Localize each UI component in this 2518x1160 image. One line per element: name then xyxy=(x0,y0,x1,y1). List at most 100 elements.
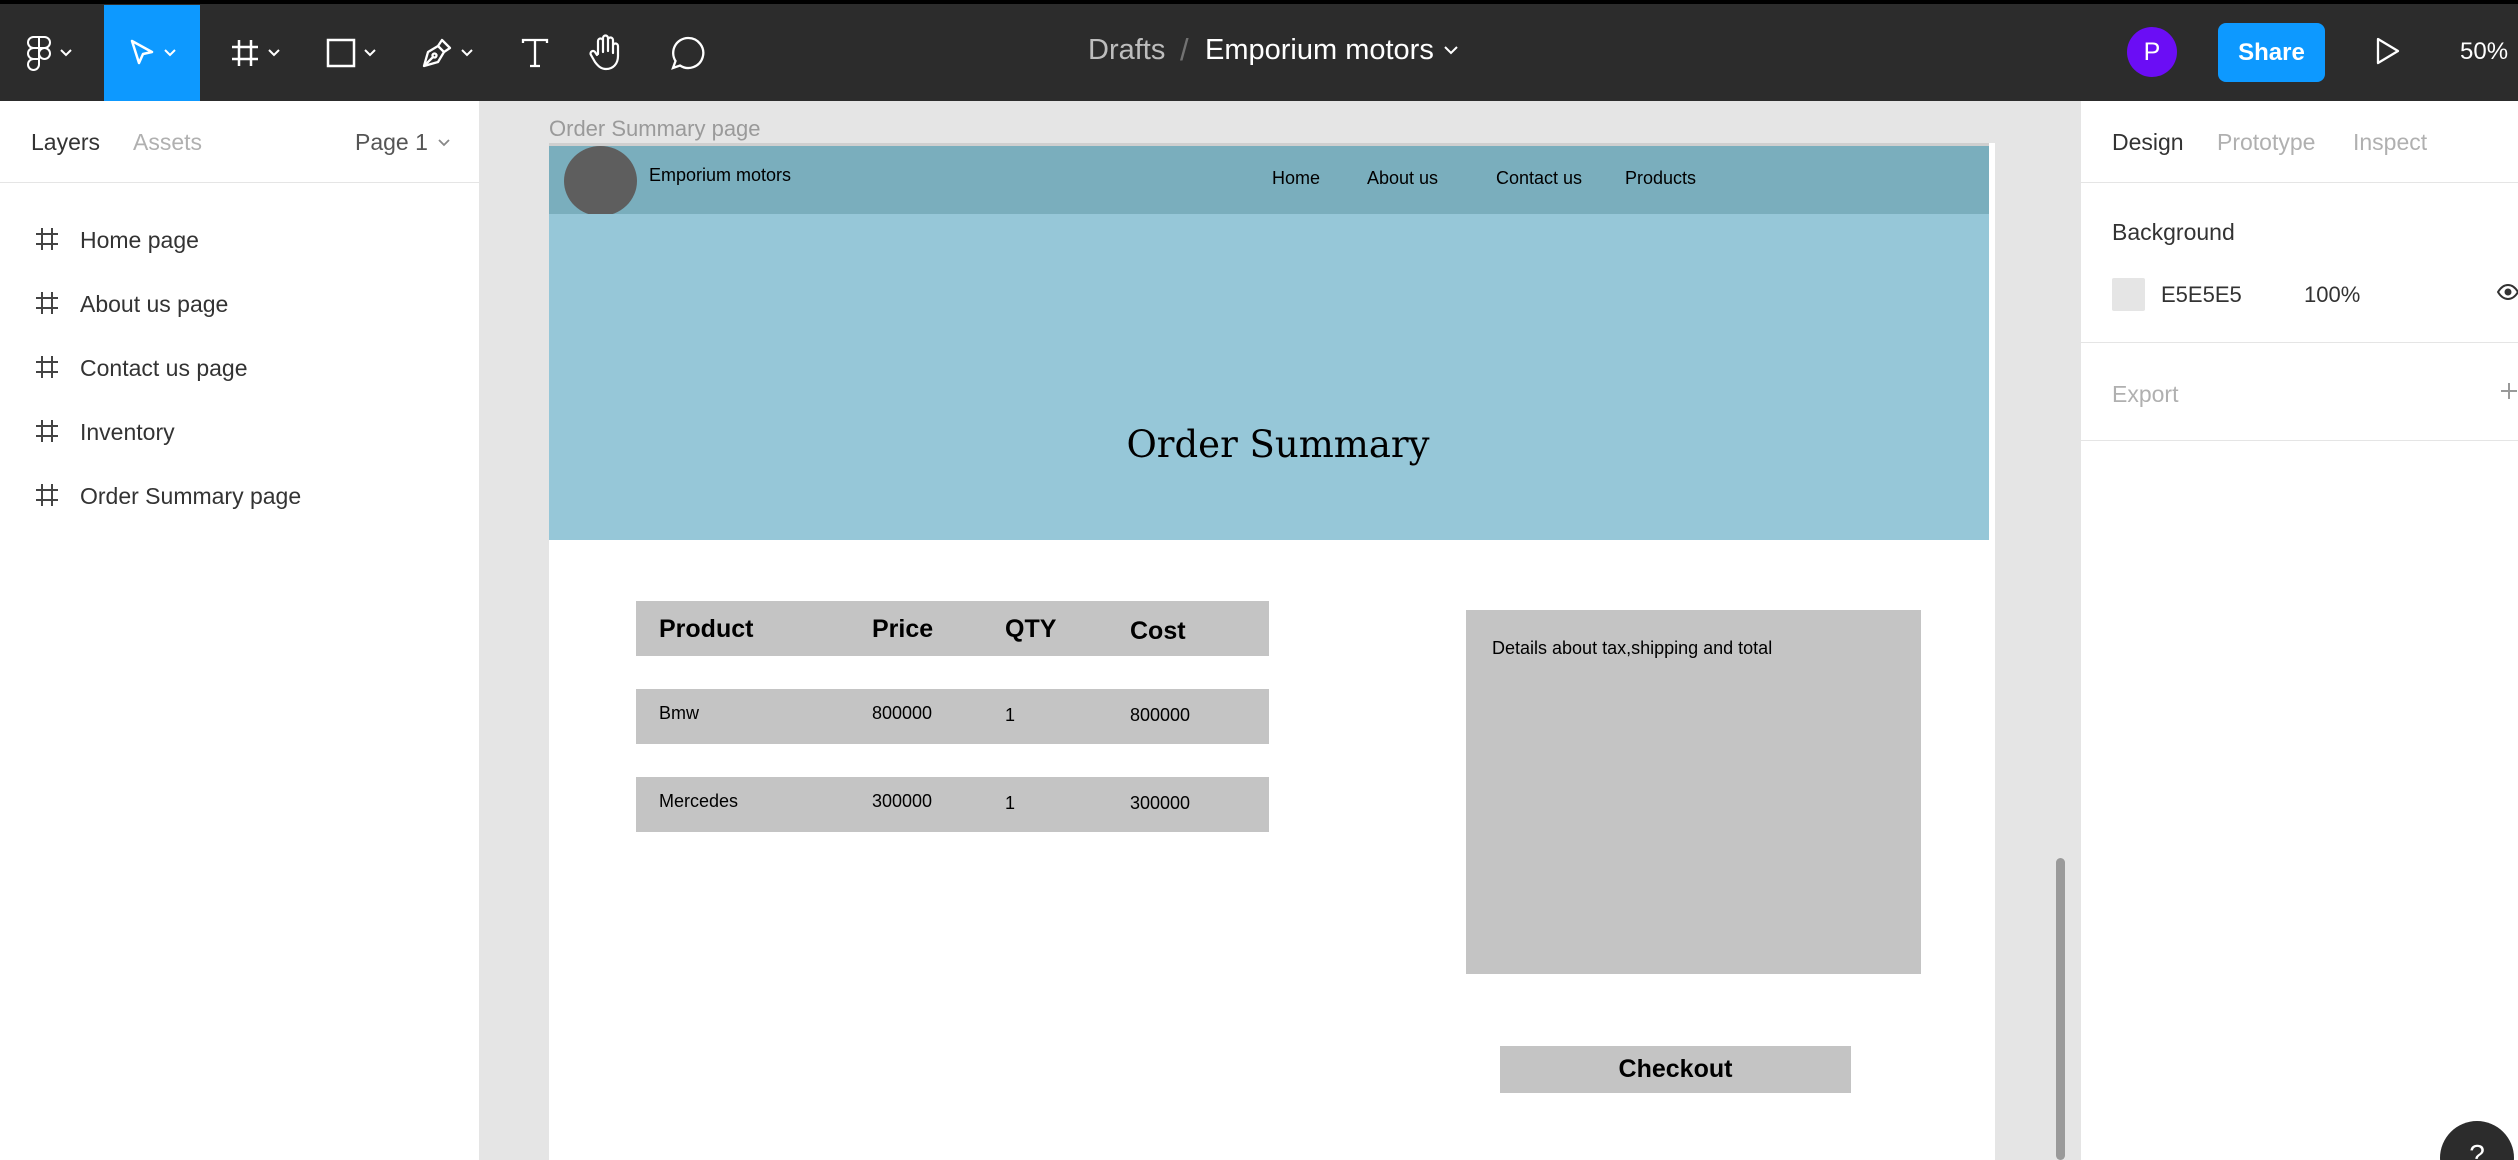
chevron-down-icon xyxy=(164,49,176,57)
chevron-down-icon xyxy=(60,49,72,57)
frame-hash-icon xyxy=(36,292,58,314)
design-table-header: Product Price QTY Cost xyxy=(636,601,1269,656)
canvas-vertical-scrollbar[interactable] xyxy=(2056,858,2065,1160)
design-table-row: Mercedes 300000 1 300000 xyxy=(636,777,1269,832)
present-button[interactable] xyxy=(2370,34,2404,68)
layer-home-page[interactable]: Home page xyxy=(0,212,480,268)
frame-hash-icon xyxy=(36,228,58,250)
share-button[interactable]: Share xyxy=(2218,23,2325,82)
design-nav-home: Home xyxy=(1272,168,1321,188)
frame-hash-icon xyxy=(36,420,58,442)
layer-name: Order Summary page xyxy=(80,483,302,509)
frame-tool-button[interactable] xyxy=(220,5,290,101)
background-hex-input[interactable]: E5E5E5 xyxy=(2161,282,2242,308)
hand-tool-button[interactable] xyxy=(575,5,635,101)
design-hero: Order Summary xyxy=(549,214,1989,540)
layer-name: Home page xyxy=(80,227,199,253)
layer-inventory[interactable]: Inventory xyxy=(0,404,480,460)
cursor-icon xyxy=(130,39,154,65)
top-toolbar: Drafts / Emporium motors P Share 50% xyxy=(0,0,2518,101)
frame-hash-icon xyxy=(232,40,258,66)
layer-name: About us page xyxy=(80,291,229,317)
tab-design[interactable]: Design xyxy=(2112,129,2184,156)
panel-divider xyxy=(2081,182,2518,183)
frame-hash-icon xyxy=(36,356,58,378)
move-tool-button[interactable] xyxy=(104,5,200,101)
eye-icon[interactable] xyxy=(2497,284,2518,300)
design-hero-title: Order Summary xyxy=(1126,423,1430,466)
table-cell: 1 xyxy=(1005,793,1016,813)
panel-divider xyxy=(0,182,480,183)
design-details-box: Details about tax,shipping and total xyxy=(1466,610,1921,974)
chevron-down-icon xyxy=(461,49,473,57)
tab-layers[interactable]: Layers xyxy=(31,129,100,156)
frame-edge xyxy=(1989,143,1995,1160)
tab-assets[interactable]: Assets xyxy=(133,129,202,156)
table-header-cell: Price xyxy=(872,615,934,643)
text-tool-button[interactable] xyxy=(505,5,565,101)
tab-prototype[interactable]: Prototype xyxy=(2217,129,2315,156)
comment-tool-button[interactable] xyxy=(658,5,718,101)
panel-divider xyxy=(2081,342,2518,343)
layers-panel: Layers Assets Page 1 Home page About us … xyxy=(0,101,480,1160)
table-header-cell: Product xyxy=(659,615,754,643)
breadcrumb-drafts[interactable]: Drafts xyxy=(1088,34,1165,67)
user-avatar[interactable]: P xyxy=(2127,27,2177,77)
layer-order-summary-page[interactable]: Order Summary page xyxy=(0,468,480,524)
design-navbar: Emporium motors Home About us Contact us… xyxy=(549,146,1989,216)
properties-panel: Design Prototype Inspect Background E5E5… xyxy=(2080,101,2518,1160)
shape-tool-button[interactable] xyxy=(316,5,386,101)
toolbar-top-line xyxy=(0,0,2518,4)
text-T-icon xyxy=(521,38,549,68)
play-icon xyxy=(2376,37,2400,65)
table-header-cell: Cost xyxy=(1130,617,1186,645)
comment-bubble-icon xyxy=(671,36,705,70)
table-cell: Mercedes xyxy=(659,791,739,811)
panel-divider xyxy=(2081,440,2518,441)
logo-placeholder xyxy=(564,146,637,216)
design-checkout-button: Checkout xyxy=(1500,1046,1851,1093)
design-table-row: Bmw 800000 1 800000 xyxy=(636,689,1269,744)
design-nav-about: About us xyxy=(1367,168,1439,188)
chevron-down-icon xyxy=(364,49,376,57)
plus-icon[interactable] xyxy=(2499,381,2518,401)
page-name: Page 1 xyxy=(355,129,428,155)
order-summary-frame[interactable]: Emporium motors Home About us Contact us… xyxy=(549,143,1995,1160)
file-name: Emporium motors xyxy=(1205,34,1434,66)
main-menu-button[interactable] xyxy=(14,5,84,101)
table-cell: 1 xyxy=(1005,705,1016,725)
table-cell: 800000 xyxy=(872,703,933,723)
layer-about-us-page[interactable]: About us page xyxy=(0,276,480,332)
breadcrumb-separator: / xyxy=(1180,32,1189,67)
table-cell: 800000 xyxy=(1130,705,1191,725)
table-header-cell: QTY xyxy=(1005,615,1057,643)
background-color-swatch[interactable] xyxy=(2112,278,2145,311)
chevron-down-icon xyxy=(268,49,280,57)
background-opacity-input[interactable]: 100% xyxy=(2304,282,2360,308)
figma-logo-icon xyxy=(27,36,51,71)
frame-hash-icon xyxy=(36,484,58,506)
pen-tool-button[interactable] xyxy=(412,5,482,101)
zoom-level[interactable]: 50% xyxy=(2460,38,2508,66)
table-cell: 300000 xyxy=(872,791,933,811)
table-cell: 300000 xyxy=(1130,793,1191,813)
design-nav-contact: Contact us xyxy=(1496,168,1583,188)
rectangle-icon xyxy=(326,38,356,68)
background-section-title: Background xyxy=(2112,219,2235,245)
tab-inspect[interactable]: Inspect xyxy=(2353,129,2427,156)
design-nav-products: Products xyxy=(1625,168,1697,188)
design-details-text: Details about tax,shipping and total xyxy=(1492,638,1773,658)
frame-label[interactable]: Order Summary page xyxy=(549,116,761,142)
chevron-down-icon xyxy=(1444,46,1458,55)
table-cell: Bmw xyxy=(659,703,699,723)
page-selector[interactable]: Page 1 xyxy=(355,129,450,156)
pen-icon xyxy=(422,38,452,68)
file-name-menu[interactable]: Emporium motors xyxy=(1205,34,1458,67)
export-section-title: Export xyxy=(2112,381,2179,407)
chevron-down-icon xyxy=(438,138,450,146)
hand-icon xyxy=(589,34,620,71)
design-brand: Emporium motors xyxy=(649,165,792,185)
layer-name: Inventory xyxy=(80,419,175,445)
layer-name: Contact us page xyxy=(80,355,248,381)
layer-contact-us-page[interactable]: Contact us page xyxy=(0,340,480,396)
